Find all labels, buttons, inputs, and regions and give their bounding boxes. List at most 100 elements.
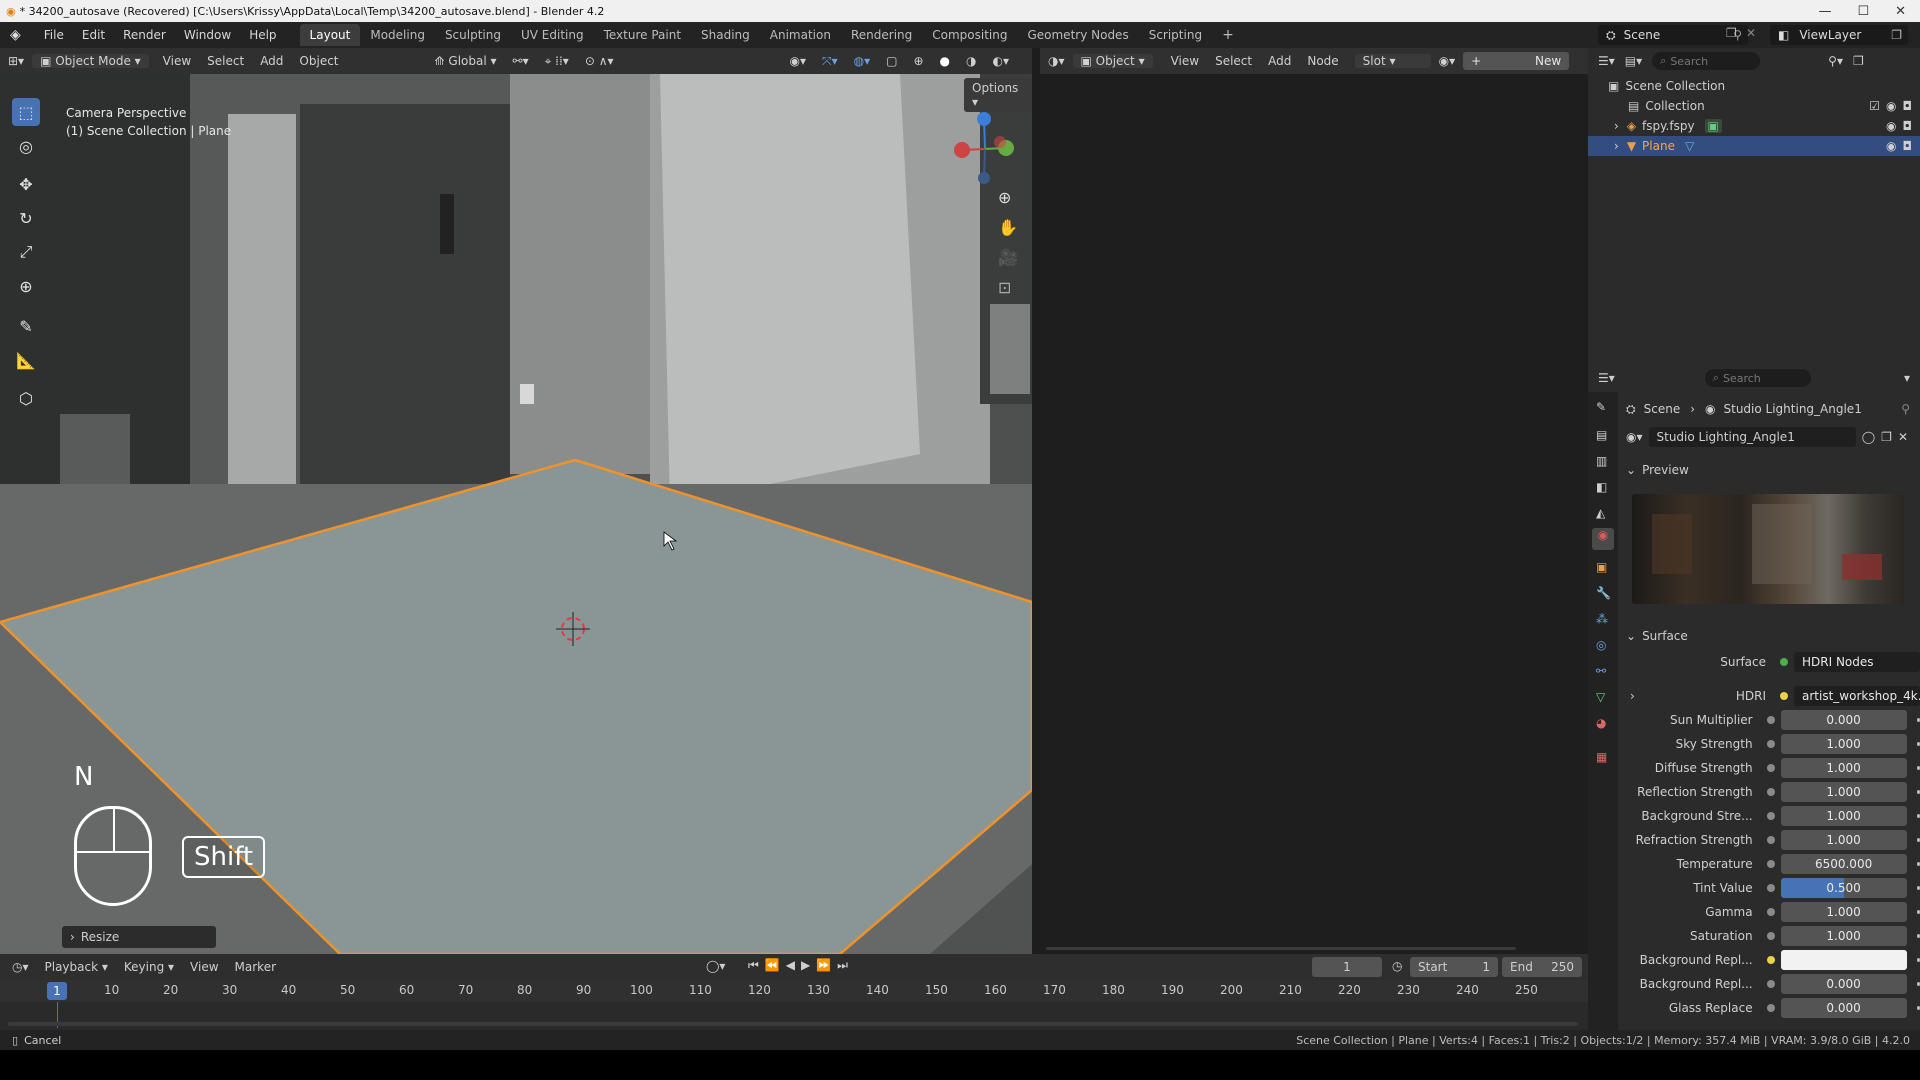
tab-layout[interactable]: Layout — [299, 24, 361, 46]
duplicate-icon[interactable]: ❐ — [1881, 430, 1892, 444]
keyframe-dot-icon[interactable] — [1916, 982, 1920, 986]
auto-keying-icon[interactable]: ◯▾ — [706, 959, 725, 973]
keyframe-dot-icon[interactable] — [1916, 934, 1920, 938]
background-strength-field[interactable]: 1.000 — [1780, 806, 1907, 826]
camera-view-icon[interactable]: 🎥 — [998, 248, 1018, 267]
tab-rendering[interactable]: Rendering — [841, 24, 922, 46]
physics-tab-icon[interactable]: ◎ — [1596, 638, 1606, 652]
camera-icon[interactable]: ◘ — [1903, 139, 1913, 153]
texture-tab-icon[interactable]: ▦ — [1596, 750, 1607, 764]
menu-edit[interactable]: Edit — [73, 28, 114, 42]
properties-type-icon[interactable]: ☰▾ — [1598, 371, 1615, 385]
menu-marker[interactable]: Marker — [227, 960, 284, 974]
tab-sculpting[interactable]: Sculpting — [435, 24, 511, 46]
render-tab-icon[interactable]: ▤ — [1596, 428, 1607, 442]
delete-scene-icon[interactable]: ✕ — [1746, 26, 1756, 40]
keyframe-dot-icon[interactable] — [1916, 958, 1920, 962]
menu-file[interactable]: File — [35, 28, 73, 42]
xray-icon[interactable]: ▢ — [878, 54, 905, 68]
keyframe-dot-icon[interactable] — [1916, 814, 1920, 818]
editor-type-icon[interactable]: ⊞▾ — [0, 54, 32, 68]
particles-tab-icon[interactable]: ⁂ — [1596, 612, 1608, 626]
node-menu-node[interactable]: Node — [1299, 54, 1346, 68]
visibility-icon[interactable]: ◉▾ — [782, 54, 815, 68]
keyframe-dot-icon[interactable] — [1916, 766, 1920, 770]
scene-tab-icon[interactable]: ◭ — [1596, 506, 1605, 520]
tool-move[interactable]: ✥ — [12, 170, 40, 198]
camera-icon[interactable]: ◘ — [1903, 119, 1913, 133]
pin-icon[interactable]: ⚲ — [1901, 402, 1910, 416]
refraction-strength-field[interactable]: 1.000 — [1780, 830, 1907, 850]
fake-user-icon[interactable]: ◯ — [1862, 430, 1875, 444]
add-workspace-icon[interactable]: + — [1212, 23, 1244, 47]
sun-multiplier-field[interactable]: 0.000 — [1780, 710, 1907, 730]
node-editor-scrollbar[interactable] — [1046, 947, 1516, 950]
outliner-row-plane[interactable]: › ▼ Plane ▽ ◉ ◘ — [1588, 136, 1920, 156]
snap-icon[interactable]: ⌖ ⁞⁞▾ — [537, 54, 577, 69]
timeline-scrollbar[interactable] — [8, 1022, 1578, 1026]
new-scene-icon[interactable]: ❐ — [1726, 26, 1737, 40]
constraints-tab-icon[interactable]: ⚯ — [1596, 664, 1606, 678]
node-mode-selector[interactable]: ▣ Object ▾ — [1072, 54, 1153, 68]
tab-scripting[interactable]: Scripting — [1139, 24, 1212, 46]
surface-field[interactable]: HDRI Nodes — [1794, 652, 1920, 672]
playhead[interactable]: 1 — [47, 982, 67, 1000]
tab-texture-paint[interactable]: Texture Paint — [594, 24, 691, 46]
new-material-button[interactable]: + New — [1463, 52, 1570, 70]
menu-object[interactable]: Object — [291, 54, 346, 68]
timeline-menu-view[interactable]: View — [182, 960, 226, 974]
menu-keying[interactable]: Keying ▾ — [116, 960, 182, 974]
outliner-row-collection[interactable]: ▤ Collection ☑ ◉ ◘ — [1588, 96, 1920, 116]
shading-solid-icon[interactable]: ● — [932, 54, 958, 68]
tool-cursor[interactable]: ◎ — [12, 132, 40, 160]
sky-strength-field[interactable]: 1.000 — [1780, 734, 1907, 754]
tab-compositing[interactable]: Compositing — [922, 24, 1017, 46]
minimize-icon[interactable]: — — [1818, 4, 1831, 19]
outliner-type-icon[interactable]: ☰▾ — [1598, 54, 1615, 68]
expand-icon[interactable]: › — [1614, 139, 1619, 153]
transform-orientation[interactable]: ⟰ Global ▾ — [427, 54, 505, 68]
outliner-row-scene-collection[interactable]: ▣ Scene Collection — [1588, 76, 1920, 96]
eye-icon[interactable]: ◉ — [1886, 99, 1896, 113]
reflection-strength-field[interactable]: 1.000 — [1780, 782, 1907, 802]
menu-view[interactable]: View — [155, 54, 199, 68]
keyframe-dot-icon[interactable] — [1916, 718, 1920, 722]
world-tab-icon[interactable]: ◉ — [1592, 528, 1614, 550]
eye-icon[interactable]: ◉ — [1886, 139, 1896, 153]
keyframe-dot-icon[interactable] — [1916, 862, 1920, 866]
display-mode-icon[interactable]: ▤▾ — [1625, 54, 1642, 68]
tab-geometry-nodes[interactable]: Geometry Nodes — [1017, 24, 1138, 46]
tool-annotate[interactable]: ✎ — [12, 312, 40, 340]
tab-shading[interactable]: Shading — [691, 24, 760, 46]
camera-icon[interactable]: ◘ — [1903, 99, 1913, 113]
start-frame-field[interactable]: Start 1 — [1410, 957, 1498, 977]
3d-viewport[interactable]: ⬚ ◎ ✥ ↻ ⤢ ⊕ ✎ 📐 ⬡ Camera Perspective (1)… — [0, 74, 1032, 954]
options-dropdown[interactable]: Options ▾ — [964, 78, 1032, 112]
maximize-icon[interactable]: ☐ — [1857, 4, 1869, 19]
playback-controls[interactable]: ⏮⏪◀▶⏩⏭ — [748, 958, 854, 973]
keyframe-dot-icon[interactable] — [1916, 742, 1920, 746]
keyframe-dot-icon[interactable] — [1916, 790, 1920, 794]
pan-icon[interactable]: ✋ — [998, 218, 1018, 237]
zoom-icon[interactable]: ⊕ — [998, 188, 1011, 207]
preview-range-icon[interactable]: ◷ — [1392, 959, 1402, 973]
expand-icon[interactable]: › — [1614, 119, 1619, 133]
operator-panel[interactable]: › Resize — [62, 926, 216, 948]
tool-measure[interactable]: 📐 — [12, 346, 40, 374]
menu-playback[interactable]: Playback ▾ — [37, 960, 116, 974]
tab-modeling[interactable]: Modeling — [360, 24, 435, 46]
tool-rotate[interactable]: ↻ — [12, 204, 40, 232]
keyframe-dot-icon[interactable] — [1916, 886, 1920, 890]
hdri-field[interactable]: artist_workshop_4k.exr... — [1794, 686, 1920, 706]
keyframe-dot-icon[interactable] — [1916, 838, 1920, 842]
proportional-edit-icon[interactable]: ⊙ ∧▾ — [577, 54, 622, 68]
tint-value-slider[interactable]: 0.500 — [1780, 878, 1907, 898]
data-tab-icon[interactable]: ▽ — [1596, 690, 1605, 704]
timeline-ruler[interactable]: 1 10 20 30 40 50 60 70 80 90 100 110 120… — [0, 980, 1588, 1002]
menu-render[interactable]: Render — [114, 28, 175, 42]
gamma-field[interactable]: 1.000 — [1780, 902, 1907, 922]
background-replace-field[interactable]: 0.000 — [1780, 974, 1907, 994]
material-tab-icon[interactable]: ◕ — [1596, 716, 1606, 730]
hdri-expand-icon[interactable]: › — [1630, 689, 1635, 703]
checkbox-icon[interactable]: ☑ — [1869, 99, 1880, 113]
